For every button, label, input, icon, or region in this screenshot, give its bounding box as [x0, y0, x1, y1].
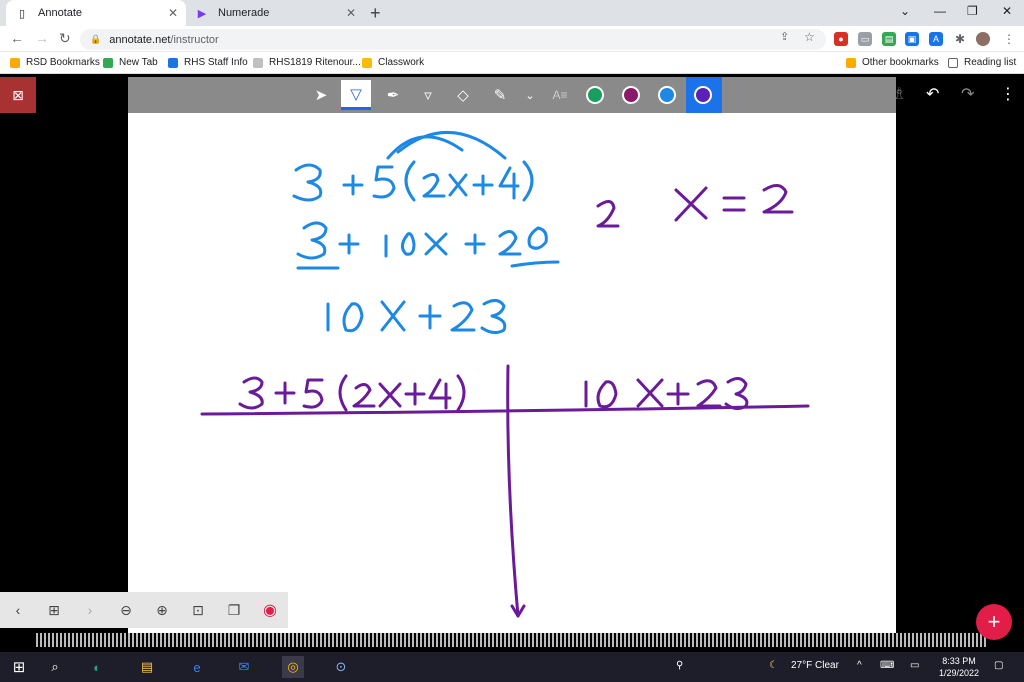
date: 1/29/2022: [938, 668, 980, 678]
ink-stroke: [674, 186, 708, 222]
ie-icon[interactable]: e: [186, 656, 208, 678]
ink-stroke: [372, 165, 396, 199]
ink-stroke: [292, 163, 323, 202]
ink-stroke: [338, 233, 360, 255]
ink-stroke: [274, 381, 296, 405]
fit-page-icon[interactable]: ⊡: [180, 592, 216, 628]
moon-icon: ☾: [769, 660, 778, 671]
ink-stroke: [380, 300, 406, 332]
app-icon[interactable]: ⊙: [330, 656, 352, 678]
chevron-up-icon[interactable]: ^: [857, 660, 862, 671]
ink-stroke: [418, 304, 442, 330]
ink-stroke: [342, 302, 364, 333]
ink-stroke: [352, 383, 376, 408]
ink-stroke: [450, 301, 476, 332]
ink-stroke: [722, 196, 746, 212]
ink-stroke: [428, 378, 452, 410]
ink-stroke: [422, 173, 446, 198]
ink-stroke: [636, 378, 664, 408]
mail-icon[interactable]: ✉: [233, 656, 255, 678]
ink-stroke: [378, 382, 402, 408]
ink-stroke: [404, 160, 416, 202]
ink-stroke: [762, 184, 794, 214]
page-thumbnail-strip[interactable]: [36, 633, 988, 647]
ink-stroke: [510, 260, 560, 268]
weather-text[interactable]: 27°F Clear: [791, 660, 839, 671]
ink-stroke: [456, 374, 466, 412]
notification-icon[interactable]: ▢: [994, 660, 1003, 671]
ink-stroke: [596, 200, 620, 228]
next-page-icon[interactable]: ›: [72, 592, 108, 628]
ink-stroke: [448, 173, 468, 197]
page-controls: ‹ ⊞ › ⊖ ⊕ ⊡ ❐ ◉: [0, 592, 288, 628]
previous-page-icon[interactable]: ‹: [0, 592, 36, 628]
record-icon[interactable]: ◉: [252, 592, 288, 628]
ink-stroke: [296, 221, 328, 260]
t-chart-vertical-line: [506, 364, 520, 618]
ink-stroke: [342, 174, 364, 196]
ink-stroke: [522, 160, 534, 202]
handwriting-layer: [200, 131, 810, 618]
ink-stroke: [472, 174, 494, 196]
grid-view-icon[interactable]: ⊞: [36, 592, 72, 628]
search-icon[interactable]: ⌕: [44, 656, 66, 678]
add-page-button[interactable]: +: [976, 604, 1012, 640]
ink-stroke: [464, 233, 486, 255]
ink-stroke: [302, 378, 324, 409]
ink-stroke: [498, 230, 522, 256]
ink-stroke: [424, 232, 448, 256]
distribution-arc: [396, 131, 507, 160]
ink-stroke: [666, 382, 690, 406]
ink-stroke: [401, 232, 416, 256]
distribution-arc: [386, 135, 464, 160]
people-icon[interactable]: ⚲: [676, 660, 683, 671]
ink-stroke: [596, 380, 618, 409]
ink-stroke: [338, 374, 348, 412]
ink-stroke: [238, 376, 264, 410]
keyboard-icon[interactable]: ⌨: [880, 660, 894, 671]
ink-stroke: [498, 166, 520, 200]
ink-stroke: [724, 377, 749, 411]
pages-icon[interactable]: ❐: [216, 592, 252, 628]
windows-start-icon[interactable]: ⊞: [8, 656, 30, 678]
chrome-icon[interactable]: ◎: [282, 656, 304, 678]
time: 8:33 PM: [942, 656, 976, 666]
ink-stroke: [404, 382, 426, 406]
ink-stroke: [480, 299, 507, 335]
taskbar-clock[interactable]: 8:33 PM 1/29/2022: [936, 655, 982, 679]
edge-icon[interactable]: ◐: [86, 656, 108, 678]
ink-stroke: [696, 379, 722, 408]
file-explorer-icon[interactable]: ▤: [136, 656, 158, 678]
zoom-out-icon[interactable]: ⊖: [108, 592, 144, 628]
ink-stroke: [527, 226, 548, 250]
display-icon[interactable]: ▭: [910, 660, 919, 671]
zoom-in-icon[interactable]: ⊕: [144, 592, 180, 628]
